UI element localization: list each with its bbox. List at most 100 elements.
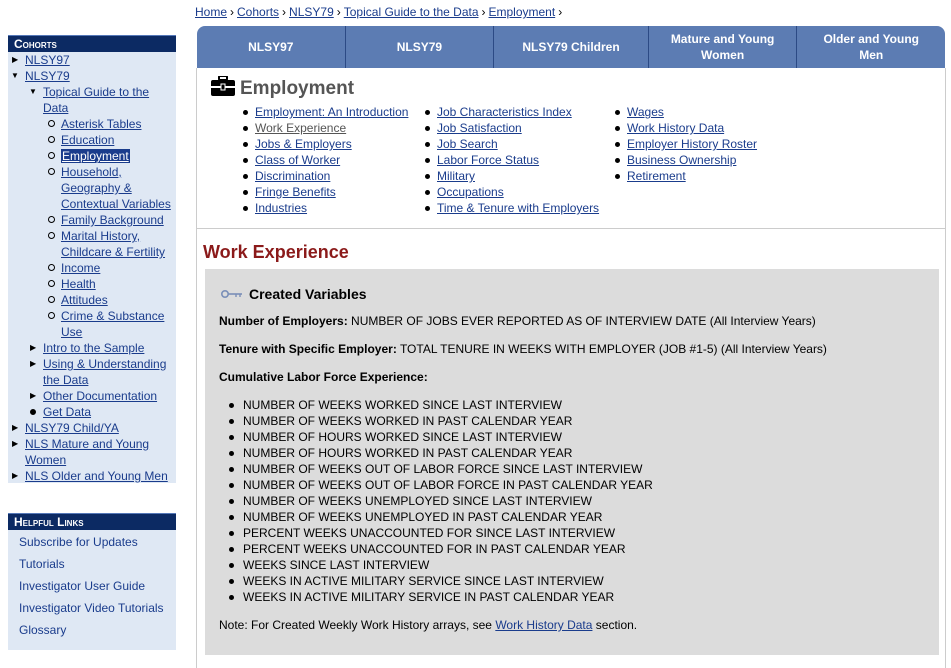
helpful-link-subscribe[interactable]: Subscribe for Updates — [8, 531, 176, 553]
expanded-triangle-icon: ▼ — [29, 87, 37, 96]
circle-bullet-icon — [48, 168, 55, 175]
circle-bullet-icon — [48, 152, 55, 159]
topic-link-fringe-benefits[interactable]: Fringe Benefits — [241, 184, 408, 200]
created-variables-box: Created Variables Number of Employers: N… — [205, 269, 939, 655]
sidebar-item-mature-young[interactable]: ▶ NLS Mature and Young Women — [8, 436, 176, 468]
topic-link-military[interactable]: Military — [423, 168, 599, 184]
sidebar-item-older-young[interactable]: ▶ NLS Older and Young Men — [8, 468, 176, 484]
sidebar-topic-crime-substance-use[interactable]: Crime & Substance Use — [8, 308, 176, 340]
topic-link-class-of-worker[interactable]: Class of Worker — [241, 152, 408, 168]
sidebar-item-topical-guide[interactable]: ▼ Topical Guide to the Data — [8, 84, 176, 116]
sidebar-item-nlsy79[interactable]: ▼ NLSY79 — [8, 68, 176, 84]
circle-bullet-icon — [48, 280, 55, 287]
sidebar-topic-family-background[interactable]: Family Background — [8, 212, 176, 228]
list-item: NUMBER OF WEEKS OUT OF LABOR FORCE SINCE… — [219, 461, 653, 477]
variables-list: NUMBER OF WEEKS WORKED SINCE LAST INTERV… — [219, 397, 653, 605]
sidebar-item-other-docs[interactable]: ▶ Other Documentation — [8, 388, 176, 404]
sidebar-item-intro-sample[interactable]: ▶ Intro to the Sample — [8, 340, 176, 356]
topic-link-work-history-data[interactable]: Work History Data — [613, 120, 757, 136]
circle-bullet-icon — [48, 296, 55, 303]
topic-link-labor-force-status[interactable]: Labor Force Status — [423, 152, 599, 168]
breadcrumb-employment[interactable]: Employment — [489, 5, 556, 19]
sidebar-topic-household-geography-contextual-variables[interactable]: Household, Geography & Contextual Variable… — [8, 164, 176, 212]
topic-link-job-satisfaction[interactable]: Job Satisfaction — [423, 120, 599, 136]
breadcrumb-nlsy79[interactable]: NLSY79 — [289, 5, 334, 19]
cohorts-sidebar: Cohorts ▶ NLSY97 ▼ NLSY79 ▼ Topical Guid… — [8, 35, 176, 483]
employment-topics-col2: Job Characteristics Index Job Satisfactio… — [423, 104, 599, 216]
bullet-icon — [30, 409, 36, 415]
tenure-row: Tenure with Specific Employer: TOTAL TEN… — [219, 342, 827, 356]
employment-topics-col3: Wages Work History Data Employer History R… — [613, 104, 757, 184]
topic-link-time-tenure-with-employers[interactable]: Time & Tenure with Employers — [423, 200, 599, 216]
sidebar-topic-health[interactable]: Health — [8, 276, 176, 292]
circle-bullet-icon — [48, 232, 55, 239]
topic-link-occupations[interactable]: Occupations — [423, 184, 599, 200]
list-item: WEEKS SINCE LAST INTERVIEW — [219, 557, 653, 573]
topic-link-jobs-employers[interactable]: Jobs & Employers — [241, 136, 408, 152]
topic-link-wages[interactable]: Wages — [613, 104, 757, 120]
sidebar-topic-employment[interactable]: Employment — [8, 148, 176, 164]
collapsed-triangle-icon: ▶ — [30, 343, 37, 352]
employment-topics-col1: Employment: An Introduction Work Experien… — [241, 104, 408, 216]
sidebar-topic-asterisk-tables[interactable]: Asterisk Tables — [8, 116, 176, 132]
sidebar-item-using-data[interactable]: ▶ Using & Understanding the Data — [8, 356, 176, 388]
breadcrumb-topical-guide[interactable]: Topical Guide to the Data — [344, 5, 479, 19]
sidebar-item-nlsy97[interactable]: ▶ NLSY97 — [8, 52, 176, 68]
helpful-link-tutorials[interactable]: Tutorials — [8, 553, 176, 575]
expanded-triangle-icon: ▼ — [11, 71, 19, 80]
topic-link-discrimination[interactable]: Discrimination — [241, 168, 408, 184]
topic-link-job-characteristics-index[interactable]: Job Characteristics Index — [423, 104, 599, 120]
list-item: WEEKS IN ACTIVE MILITARY SERVICE SINCE L… — [219, 573, 653, 589]
topic-link-business-ownership[interactable]: Business Ownership — [613, 152, 757, 168]
breadcrumb-home[interactable]: Home — [195, 5, 227, 19]
main-content: Employment Employment: An Introduction Wo… — [196, 68, 946, 668]
note: Note: For Created Weekly Work History ar… — [219, 618, 638, 632]
list-item: WEEKS IN ACTIVE MILITARY SERVICE IN PAST… — [219, 589, 653, 605]
collapsed-triangle-icon: ▶ — [30, 391, 37, 400]
tab-nlsy97[interactable]: NLSY97 — [197, 26, 346, 68]
topic-link-job-search[interactable]: Job Search — [423, 136, 599, 152]
breadcrumb-cohorts[interactable]: Cohorts — [237, 5, 279, 19]
helpful-link-glossary[interactable]: Glossary — [8, 619, 176, 641]
list-item: NUMBER OF WEEKS UNEMPLOYED IN PAST CALEN… — [219, 509, 653, 525]
list-item: PERCENT WEEKS UNACCOUNTED FOR IN PAST CA… — [219, 541, 653, 557]
sidebar-topic-marital-history-childcare-fertility[interactable]: Marital History, Childcare & Fertility — [8, 228, 176, 260]
tab-nlsy79-children[interactable]: NLSY79 Children — [494, 26, 649, 68]
key-icon — [221, 290, 242, 298]
divider — [197, 228, 945, 229]
section-title: Work Experience — [203, 242, 349, 262]
sidebar-topic-education[interactable]: Education — [8, 132, 176, 148]
sidebar-topic-income[interactable]: Income — [8, 260, 176, 276]
helpful-link-video-tutorials[interactable]: Investigator Video Tutorials — [8, 597, 176, 619]
list-item: PERCENT WEEKS UNACCOUNTED FOR SINCE LAST… — [219, 525, 653, 541]
sidebar-topic-attitudes[interactable]: Attitudes — [8, 292, 176, 308]
tab-older-young-men[interactable]: Older and Young Men — [797, 26, 945, 68]
list-item: NUMBER OF WEEKS OUT OF LABOR FORCE IN PA… — [219, 477, 653, 493]
topic-link-industries[interactable]: Industries — [241, 200, 408, 216]
topic-link-employer-history-roster[interactable]: Employer History Roster — [613, 136, 757, 152]
topic-link-employment-an-introduction[interactable]: Employment: An Introduction — [241, 104, 408, 120]
num-employers-row: Number of Employers: NUMBER OF JOBS EVER… — [219, 314, 816, 328]
helpful-links-heading: Helpful Links — [8, 513, 176, 530]
list-item: NUMBER OF WEEKS WORKED SINCE LAST INTERV… — [219, 397, 653, 413]
tab-mature-young-women[interactable]: Mature and Young Women — [649, 26, 798, 68]
sidebar-item-get-data[interactable]: Get Data — [8, 404, 176, 420]
circle-bullet-icon — [48, 312, 55, 319]
helpful-links-sidebar: Helpful Links Subscribe for Updates Tuto… — [8, 513, 176, 650]
list-item: NUMBER OF WEEKS WORKED IN PAST CALENDAR … — [219, 413, 653, 429]
topic-link-retirement[interactable]: Retirement — [613, 168, 757, 184]
work-history-data-link[interactable]: Work History Data — [495, 618, 592, 632]
tab-nlsy79[interactable]: NLSY79 — [346, 26, 495, 68]
topic-link-work-experience[interactable]: Work Experience — [241, 120, 408, 136]
cohort-tabs: NLSY97 NLSY79 NLSY79 Children Mature and… — [197, 26, 945, 68]
circle-bullet-icon — [48, 136, 55, 143]
collapsed-triangle-icon: ▶ — [12, 439, 19, 448]
circle-bullet-icon — [48, 120, 55, 127]
helpful-link-user-guide[interactable]: Investigator User Guide — [8, 575, 176, 597]
list-item: NUMBER OF HOURS WORKED SINCE LAST INTERV… — [219, 429, 653, 445]
circle-bullet-icon — [48, 216, 55, 223]
list-item: NUMBER OF WEEKS UNEMPLOYED SINCE LAST IN… — [219, 493, 653, 509]
cohorts-heading: Cohorts — [8, 35, 176, 52]
circle-bullet-icon — [48, 264, 55, 271]
sidebar-item-child-ya[interactable]: ▶ NLSY79 Child/YA — [8, 420, 176, 436]
